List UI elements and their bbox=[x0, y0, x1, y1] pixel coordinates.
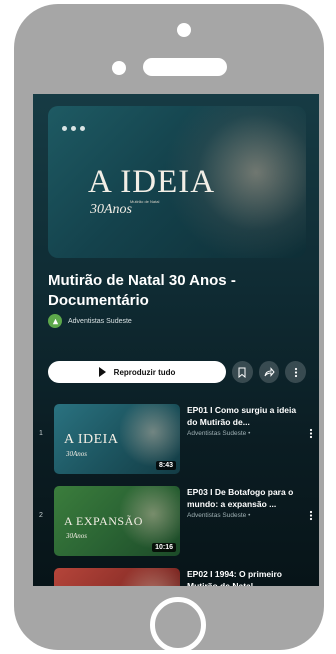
thumbnail-title: A EXPANSÃO bbox=[64, 514, 143, 528]
share-button[interactable] bbox=[258, 361, 280, 383]
video-duration: 8:43 bbox=[155, 461, 176, 470]
sensor-icon bbox=[112, 61, 126, 75]
video-index: 1 bbox=[39, 430, 43, 437]
speaker-grille bbox=[143, 58, 227, 76]
video-more-button[interactable] bbox=[307, 428, 315, 442]
video-list: 1 A IDEIA 30Anos 8:43 EP01 I Como surgiu… bbox=[33, 398, 319, 586]
video-more-button[interactable] bbox=[307, 510, 315, 524]
share-icon bbox=[264, 367, 275, 377]
video-channel: Adventistas Sudeste • bbox=[187, 512, 251, 519]
hero-title: A IDEIA bbox=[88, 164, 216, 200]
camera-icon bbox=[177, 23, 191, 37]
list-item[interactable]: EP02 I 1994: O primeiro Mutirão de Natal bbox=[33, 562, 319, 586]
logo-icon bbox=[80, 125, 85, 131]
video-channel: Adventistas Sudeste • bbox=[187, 430, 251, 437]
play-all-button[interactable]: Reproduzir tudo bbox=[48, 361, 227, 383]
video-title[interactable]: EP01 I Como surgiu a ideia do Mutirão de… bbox=[187, 404, 305, 428]
video-title[interactable]: EP02 I 1994: O primeiro Mutirão de Natal bbox=[187, 568, 305, 586]
save-playlist-button[interactable] bbox=[232, 361, 253, 383]
video-duration: 10:16 bbox=[152, 543, 176, 552]
action-bar: Reproduzir tudo bbox=[48, 361, 306, 383]
channel-name[interactable]: Adventistas Sudeste bbox=[68, 318, 132, 325]
thumbnail-subtitle: 30Anos bbox=[66, 532, 87, 540]
list-item[interactable]: 2 A EXPANSÃO 30Anos 10:16 EP03 I De Bota… bbox=[33, 480, 319, 562]
channel-logo-icon bbox=[52, 318, 58, 324]
more-options-button[interactable] bbox=[285, 361, 306, 383]
thumbnail-subtitle: 30Anos bbox=[66, 450, 87, 458]
more-vertical-icon bbox=[309, 428, 313, 439]
channel-row[interactable]: Adventistas Sudeste bbox=[48, 314, 132, 328]
play-all-label: Reproduzir tudo bbox=[113, 367, 176, 377]
logo-icon bbox=[71, 125, 76, 131]
bookmark-icon bbox=[238, 367, 246, 378]
video-thumbnail[interactable] bbox=[54, 568, 180, 586]
playlist-hero-image[interactable]: A IDEIA 30Anos Mutirão de Natal bbox=[48, 106, 306, 258]
hero-subtitle: 30Anos bbox=[90, 202, 132, 217]
home-button[interactable] bbox=[150, 597, 206, 653]
more-vertical-icon bbox=[294, 367, 297, 377]
list-item[interactable]: 1 A IDEIA 30Anos 8:43 EP01 I Como surgiu… bbox=[33, 398, 319, 480]
video-thumbnail[interactable]: A IDEIA 30Anos 8:43 bbox=[54, 404, 180, 474]
thumbnail-portrait bbox=[120, 568, 180, 586]
play-icon bbox=[98, 367, 106, 377]
more-vertical-icon bbox=[309, 510, 313, 521]
channel-avatar[interactable] bbox=[48, 314, 62, 328]
hero-small-text: Mutirão de Natal bbox=[130, 199, 160, 204]
app-screen: A IDEIA 30Anos Mutirão de Natal Mutirão … bbox=[33, 94, 319, 586]
playlist-title: Mutirão de Natal 30 Anos - Documentário bbox=[48, 272, 236, 309]
hero-logo-row bbox=[62, 124, 85, 132]
video-title[interactable]: EP03 I De Botafogo para o mundo: a expan… bbox=[187, 486, 305, 510]
thumbnail-title: A IDEIA bbox=[64, 432, 119, 447]
video-index: 2 bbox=[39, 512, 43, 519]
logo-icon bbox=[62, 125, 67, 131]
video-thumbnail[interactable]: A EXPANSÃO 30Anos 10:16 bbox=[54, 486, 180, 556]
